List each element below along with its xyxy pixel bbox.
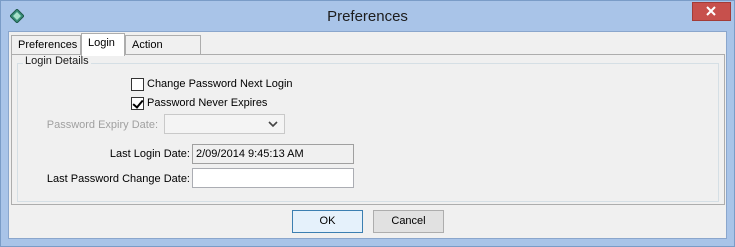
window-title: Preferences <box>327 8 408 25</box>
password-never-expires-checkbox[interactable] <box>131 97 144 110</box>
password-expiry-date-select[interactable] <box>164 114 285 134</box>
preferences-window: Preferences Preferences Login Action Cen… <box>0 0 735 247</box>
last-login-date-field: 2/09/2014 9:45:13 AM <box>192 144 354 164</box>
tab-login[interactable]: Login <box>81 33 125 56</box>
password-never-expires-label[interactable]: Password Never Expires <box>147 97 267 109</box>
ok-button[interactable]: OK <box>292 210 363 233</box>
close-button[interactable] <box>692 2 731 21</box>
password-expiry-date-label: Password Expiry Date: <box>46 119 158 131</box>
close-icon <box>706 6 716 16</box>
change-password-next-login-checkbox[interactable] <box>131 78 144 91</box>
last-password-change-date-label: Last Password Change Date: <box>46 173 190 185</box>
chevron-down-icon[interactable] <box>268 121 278 128</box>
login-tab-panel: Login Details Change Password Next Login… <box>11 54 725 205</box>
dialog-client-area: Preferences Login Action Centre Login De… <box>8 31 727 239</box>
last-login-date-label: Last Login Date: <box>109 148 190 160</box>
title-bar[interactable]: Preferences <box>1 1 734 31</box>
change-password-next-login-label[interactable]: Change Password Next Login <box>147 78 293 90</box>
cancel-button[interactable]: Cancel <box>373 210 444 233</box>
tab-preferences[interactable]: Preferences <box>11 35 81 55</box>
login-details-legend: Login Details <box>23 55 91 67</box>
tab-action-centre[interactable]: Action Centre <box>125 35 201 69</box>
last-password-change-date-field[interactable] <box>192 168 354 188</box>
